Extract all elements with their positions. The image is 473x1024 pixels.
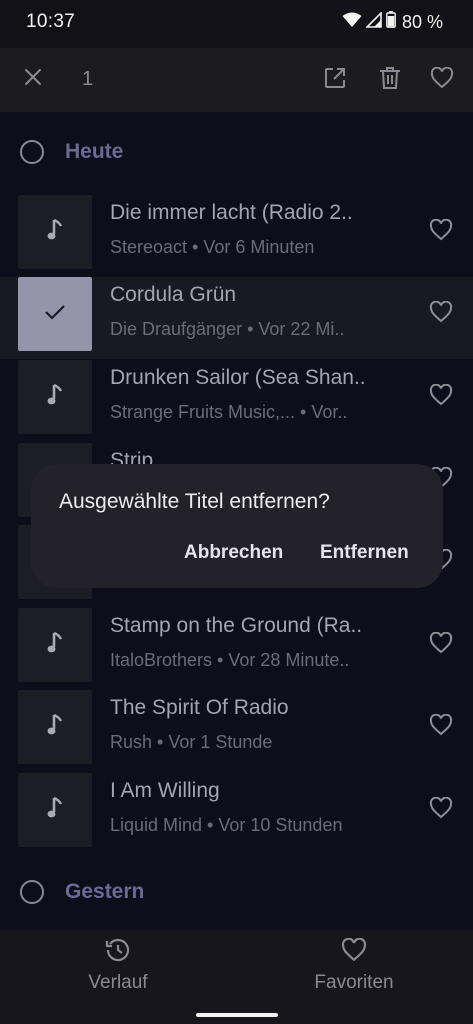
- nav-favorites[interactable]: Favoriten: [254, 937, 454, 1002]
- track-thumbnail: [18, 773, 92, 847]
- home-indicator[interactable]: [196, 1013, 278, 1017]
- delete-button[interactable]: [372, 62, 408, 98]
- heart-icon: [429, 383, 453, 411]
- track-subtitle: Die Draufgänger • Vor 22 Mi..: [110, 319, 345, 339]
- track-row[interactable]: Drunken Sailor (Sea Shan.. Strange Fruit…: [0, 360, 473, 442]
- remove-confirm-dialog: Ausgewählte Titel entfernen? Abbrechen E…: [31, 464, 443, 588]
- music-note-icon: [47, 713, 63, 741]
- track-thumbnail: [18, 277, 92, 351]
- track-row[interactable]: Stamp on the Ground (Ra.. ItaloBrothers …: [0, 608, 473, 690]
- track-row[interactable]: I Am Willing Liquid Mind • Vor 10 Stunde…: [0, 773, 473, 855]
- track-favorite-button[interactable]: [426, 630, 456, 660]
- heart-icon: [429, 300, 453, 328]
- music-note-icon: [47, 796, 63, 824]
- selection-toolbar: 1: [0, 48, 473, 112]
- heart-icon: [341, 937, 367, 967]
- dialog-title: Ausgewählte Titel entfernen?: [59, 490, 330, 513]
- track-title: Cordula Grün: [110, 283, 237, 306]
- track-thumbnail: [18, 690, 92, 764]
- status-bar: 10:37 80 %: [0, 0, 473, 48]
- check-icon: [44, 304, 66, 325]
- nav-history[interactable]: Verlauf: [18, 938, 218, 1002]
- heart-icon: [429, 713, 453, 741]
- track-thumbnail: [18, 360, 92, 434]
- section-label: Heute: [65, 140, 124, 163]
- heart-icon: [429, 796, 453, 824]
- open-external-button[interactable]: [317, 62, 353, 98]
- track-favorite-button[interactable]: [426, 795, 456, 825]
- track-subtitle: Strange Fruits Music,... • Vor..: [110, 402, 348, 422]
- track-thumbnail: [18, 608, 92, 682]
- status-time: 10:37: [26, 11, 76, 32]
- nav-favorites-label: Favoriten: [314, 972, 394, 993]
- selected-count: 1: [82, 68, 94, 90]
- section-select-radio[interactable]: [20, 880, 44, 904]
- track-favorite-button[interactable]: [426, 299, 456, 329]
- track-row[interactable]: Die immer lacht (Radio 2.. Stereoact • V…: [0, 195, 473, 277]
- open-external-icon: [323, 66, 347, 95]
- track-title: Drunken Sailor (Sea Shan..: [110, 366, 366, 389]
- track-subtitle: Rush • Vor 1 Stunde: [110, 732, 273, 752]
- track-subtitle: ItaloBrothers • Vor 28 Minute..: [110, 650, 350, 670]
- track-title: Stamp on the Ground (Ra..: [110, 614, 363, 637]
- signal-icon: [365, 10, 382, 33]
- music-note-icon: [47, 383, 63, 411]
- track-favorite-button[interactable]: [426, 712, 456, 742]
- heart-icon: [429, 631, 453, 659]
- track-row[interactable]: The Spirit Of Radio Rush • Vor 1 Stunde: [0, 690, 473, 772]
- music-note-icon: [47, 218, 63, 246]
- track-favorite-button[interactable]: [426, 217, 456, 247]
- nav-history-label: Verlauf: [88, 972, 148, 993]
- track-title: Die immer lacht (Radio 2..: [110, 201, 353, 224]
- track-title: The Spirit Of Radio: [110, 696, 289, 719]
- wifi-icon: [342, 12, 362, 33]
- close-selection-button[interactable]: [16, 62, 50, 96]
- battery-icon: [386, 11, 396, 33]
- section-select-radio[interactable]: [20, 140, 44, 164]
- music-note-icon: [47, 631, 63, 659]
- remove-button[interactable]: Entfernen: [320, 542, 409, 564]
- track-row[interactable]: Cordula Grün Die Draufgänger • Vor 22 Mi…: [0, 277, 473, 359]
- track-subtitle: Stereoact • Vor 6 Minuten: [110, 237, 315, 257]
- section-label: Gestern: [65, 880, 145, 903]
- section-header-yesterday[interactable]: Gestern: [0, 862, 473, 922]
- bottom-navigation: Verlauf Favoriten: [0, 930, 473, 1024]
- track-favorite-button[interactable]: [426, 382, 456, 412]
- track-thumbnail: [18, 195, 92, 269]
- favorite-selection-button[interactable]: [424, 62, 460, 98]
- history-icon: [105, 937, 131, 968]
- track-title: I Am Willing: [110, 779, 220, 802]
- close-icon: [24, 68, 42, 91]
- track-subtitle: Liquid Mind • Vor 10 Stunden: [110, 815, 343, 835]
- status-icons: 80 %: [342, 10, 443, 33]
- heart-icon: [430, 66, 454, 94]
- cancel-button[interactable]: Abbrechen: [184, 542, 283, 564]
- heart-icon: [429, 218, 453, 246]
- battery-percent: 80 %: [401, 11, 443, 32]
- section-header-today[interactable]: Heute: [0, 122, 473, 182]
- delete-icon: [379, 66, 401, 95]
